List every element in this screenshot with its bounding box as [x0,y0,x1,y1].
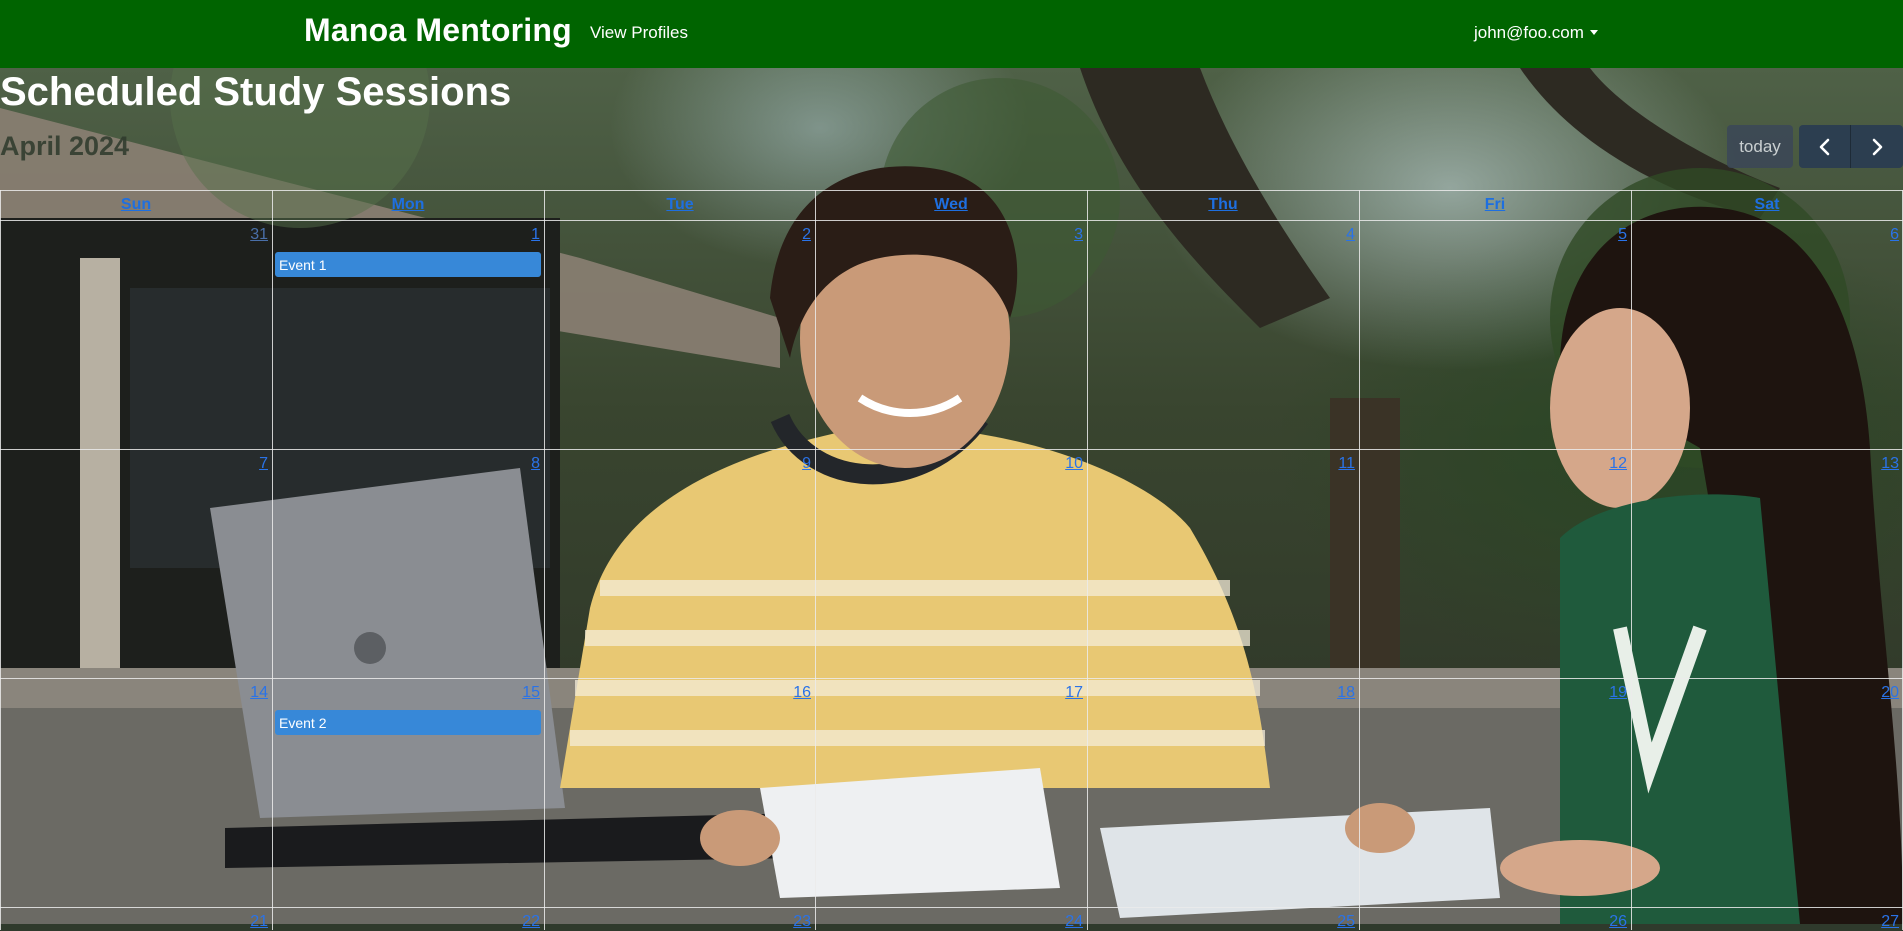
calendar-event[interactable]: Event 1 [275,252,541,277]
day-number[interactable]: 21 [228,913,268,931]
grid-column-line [1631,190,1632,930]
grid-column-line [815,190,816,930]
weekday-header-sun[interactable]: Sun [0,196,272,214]
day-number[interactable]: 19 [1587,684,1627,702]
day-number[interactable]: 13 [1859,455,1899,473]
grid-column-line [1087,190,1088,930]
day-number[interactable]: 11 [1315,455,1355,473]
grid-column-line [272,190,273,930]
weekday-header-wed[interactable]: Wed [815,196,1087,214]
day-number[interactable]: 18 [1315,684,1355,702]
chevron-right-icon [1872,138,1883,155]
next-month-button[interactable] [1851,125,1903,168]
day-number[interactable]: 10 [1043,455,1083,473]
user-dropdown[interactable]: john@foo.com [1474,23,1598,43]
grid-column-line [1359,190,1360,930]
day-number[interactable]: 16 [771,684,811,702]
weekday-header-thu[interactable]: Thu [1087,196,1359,214]
grid-row-line [0,678,1903,679]
view-profiles-link[interactable]: View Profiles [590,23,688,43]
grid-row-line [0,220,1903,221]
page-title: Scheduled Study Sessions [0,70,512,114]
day-number[interactable]: 14 [228,684,268,702]
grid-row-line [0,190,1903,191]
weekday-header-tue[interactable]: Tue [544,196,816,214]
day-number[interactable]: 22 [500,913,540,931]
weekday-header-mon[interactable]: Mon [272,196,544,214]
day-number[interactable]: 8 [500,455,540,473]
day-number[interactable]: 12 [1587,455,1627,473]
day-number[interactable]: 23 [771,913,811,931]
day-number[interactable]: 27 [1859,913,1899,931]
day-number[interactable]: 25 [1315,913,1355,931]
day-number[interactable]: 26 [1587,913,1627,931]
day-number[interactable]: 7 [228,455,268,473]
day-number[interactable]: 17 [1043,684,1083,702]
brand-link[interactable]: Manoa Mentoring [304,12,572,49]
calendar-toolbar: today [1727,125,1903,168]
day-number[interactable]: 1 [500,226,540,244]
grid-column-line [0,190,1,930]
calendar-grid: Sun Mon Tue Wed Thu Fri Sat 31 1 2 3 4 5 6 7 8 9 1… [0,190,1903,930]
day-number[interactable]: 5 [1587,226,1627,244]
day-number[interactable]: 31 [228,226,268,244]
navbar: Manoa Mentoring View Profiles john@foo.c… [0,0,1903,68]
day-number[interactable]: 4 [1315,226,1355,244]
calendar-event[interactable]: Event 2 [275,710,541,735]
caret-down-icon [1589,30,1598,35]
day-number[interactable]: 20 [1859,684,1899,702]
day-number[interactable]: 3 [1043,226,1083,244]
grid-column-line [544,190,545,930]
grid-row-line [0,449,1903,450]
day-number[interactable]: 2 [771,226,811,244]
chevron-left-icon [1819,138,1829,155]
day-number[interactable]: 15 [500,684,540,702]
day-number[interactable]: 24 [1043,913,1083,931]
today-button[interactable]: today [1727,125,1793,168]
calendar-title: April 2024 [0,131,130,161]
weekday-header-sat[interactable]: Sat [1631,196,1903,214]
day-number[interactable]: 9 [771,455,811,473]
user-email: john@foo.com [1474,23,1584,42]
day-number[interactable]: 6 [1859,226,1899,244]
grid-row-line [0,907,1903,908]
weekday-header-fri[interactable]: Fri [1359,196,1631,214]
prev-month-button[interactable] [1799,125,1851,168]
